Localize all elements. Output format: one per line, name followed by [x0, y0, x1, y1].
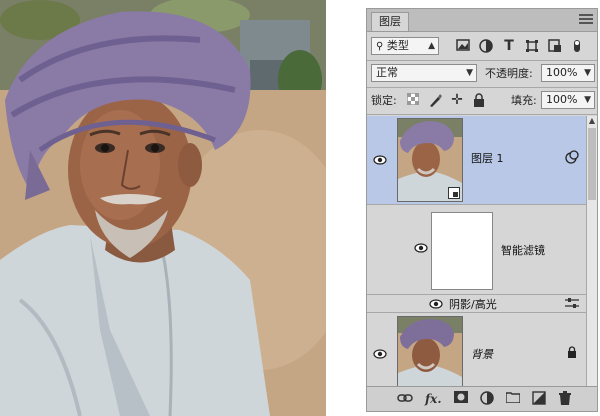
divider [367, 87, 597, 88]
layers-panel: 图层 ⚲ 类型 ▲ T 正常 ▼ 不透明度: 100% ▼ 锁定: ✛ 填充: … [366, 8, 598, 412]
filter-mask-thumbnail [431, 212, 493, 290]
filter-toggle-icon[interactable] [572, 39, 582, 55]
search-icon: ⚲ [376, 41, 384, 52]
adjustment-filter-icon[interactable] [478, 39, 494, 55]
opacity-field[interactable]: 100% ▼ [541, 64, 595, 82]
adjustment-icon[interactable] [479, 391, 495, 407]
layer-row-smart-filters[interactable]: 智能滤镜 [367, 204, 587, 295]
filter-type-label: 类型 [386, 39, 409, 52]
image-filter-icon[interactable] [455, 39, 471, 55]
blend-row: 正常 ▼ 不透明度: 100% ▼ [367, 62, 597, 86]
layer-row-shadow-highlight[interactable]: 阴影/高光 [367, 294, 587, 313]
opacity-label: 不透明度: [485, 67, 533, 80]
fill-value: 100% [546, 93, 578, 106]
dropdown-arrow-icon: ▼ [584, 68, 591, 78]
eye-icon[interactable] [429, 298, 443, 309]
scroll-up-arrow-icon[interactable]: ▲ [587, 116, 597, 125]
shape-filter-icon[interactable] [524, 39, 540, 55]
layer-row-background[interactable]: 背景 [367, 312, 587, 394]
lock-transparent-icon[interactable] [405, 92, 421, 109]
link-icon[interactable] [397, 391, 413, 407]
panel-tab-bar: 图层 [367, 9, 597, 32]
new-layer-icon[interactable] [531, 391, 547, 407]
type-filter-icon[interactable]: T [501, 38, 517, 54]
layer-row-layer1[interactable]: 图层 1 [367, 116, 587, 205]
layer-lock-icon [567, 346, 577, 358]
opacity-value: 100% [546, 66, 578, 79]
divider [367, 60, 597, 61]
layers-list: 图层 1 智能滤镜 阴影/高光 背景 [367, 116, 587, 394]
smart-object-badge-icon [448, 187, 460, 199]
smart-filters-label: 智能滤镜 [501, 244, 545, 257]
panel-footer: fx. [367, 386, 597, 411]
tab-layers[interactable]: 图层 [371, 12, 409, 31]
eye-icon[interactable] [373, 348, 387, 359]
group-folder-icon[interactable] [505, 391, 521, 407]
lock-row: 锁定: ✛ 填充: 100% ▼ [367, 89, 597, 113]
divider [367, 114, 597, 115]
scroll-thumb[interactable] [588, 128, 596, 200]
fx-icon[interactable]: fx. [425, 391, 442, 407]
filter-row: ⚲ 类型 ▲ T [367, 35, 597, 59]
filter-options-icon[interactable] [565, 297, 579, 309]
layer-thumbnail [397, 118, 463, 202]
layer-name[interactable]: 图层 1 [471, 150, 504, 166]
dropdown-arrow-icon: ▼ [584, 95, 591, 105]
eye-icon[interactable] [414, 242, 428, 253]
lock-all-icon[interactable] [471, 93, 487, 109]
smart-filter-badge-icon[interactable] [565, 150, 579, 164]
blend-mode-select[interactable]: 正常 ▼ [371, 64, 477, 82]
photo-canvas [0, 0, 326, 416]
fill-label: 填充: [511, 94, 537, 107]
eye-icon[interactable] [373, 154, 387, 165]
blend-mode-label: 正常 [376, 66, 398, 79]
smart-object-filter-icon[interactable] [547, 39, 563, 55]
panel-menu-icon[interactable] [579, 14, 593, 26]
trash-icon[interactable] [557, 391, 573, 407]
lock-image-icon[interactable] [427, 93, 443, 109]
lock-label: 锁定: [371, 94, 397, 107]
lock-position-icon[interactable]: ✛ [449, 92, 465, 108]
layers-scrollbar[interactable]: ▲ [586, 116, 597, 387]
layer-thumbnail [397, 316, 463, 394]
mask-icon[interactable] [453, 391, 469, 407]
dropdown-arrow-icon: ▼ [466, 68, 473, 78]
dropdown-arrow-icon: ▲ [428, 41, 435, 51]
filter-effect-label: 阴影/高光 [449, 298, 497, 311]
filter-type-select[interactable]: ⚲ 类型 ▲ [371, 37, 439, 55]
background-layer-name[interactable]: 背景 [471, 346, 493, 362]
fill-field[interactable]: 100% ▼ [541, 91, 595, 109]
